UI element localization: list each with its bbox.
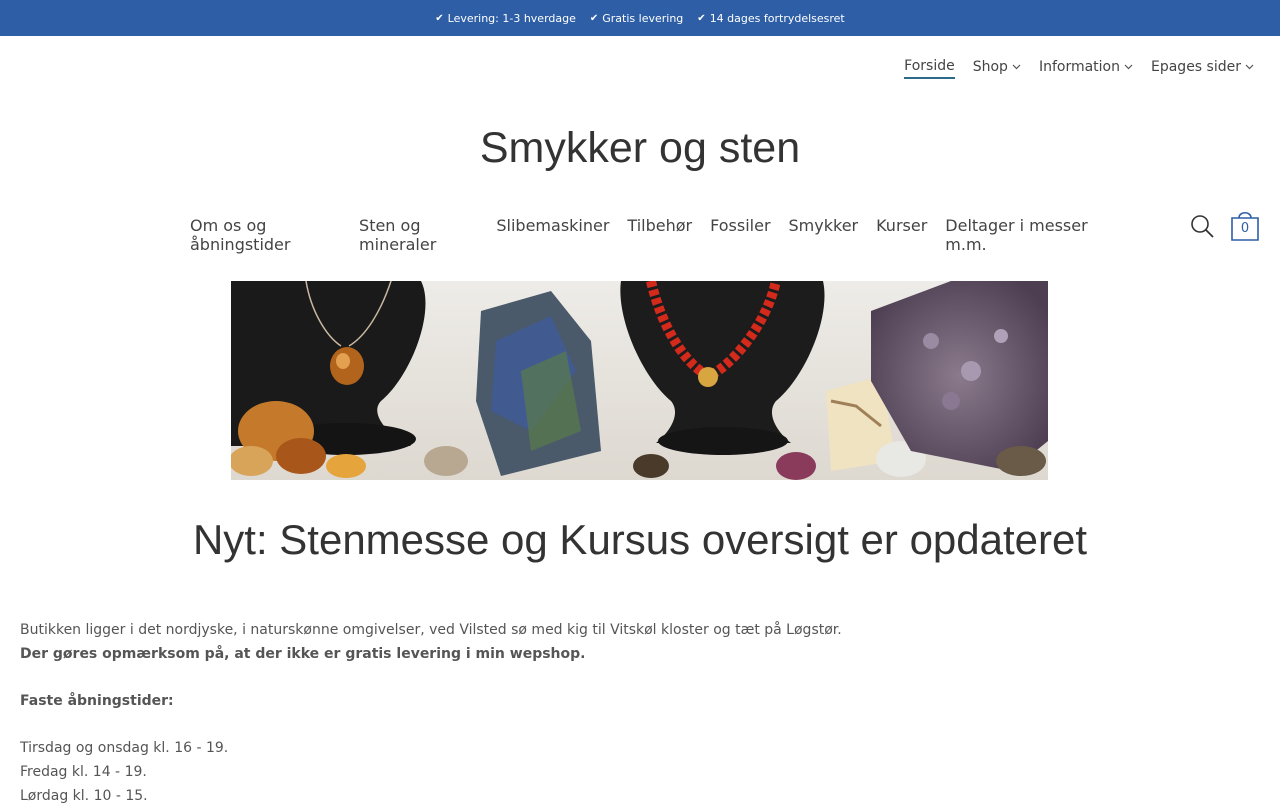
check-icon: ✔ bbox=[589, 12, 599, 24]
mainnav-item-sten-og-mineraler[interactable]: Sten og mineraler bbox=[359, 216, 478, 254]
hours-title: Faste åbningstider: bbox=[20, 693, 174, 709]
hours-line: Fredag kl. 14 - 19. bbox=[20, 764, 147, 780]
search-icon[interactable] bbox=[1190, 214, 1214, 238]
usp-item: ✔ Gratis levering bbox=[590, 12, 683, 25]
usp-bar: ✔ Levering: 1-3 hverdage ✔ Gratis leveri… bbox=[0, 0, 1280, 36]
topnav-item-forside[interactable]: Forside bbox=[904, 58, 955, 79]
topnav-item-epages-sider[interactable]: Epages sider bbox=[1151, 58, 1254, 79]
mainnav-item-om-os[interactable]: Om os og åbningstider bbox=[190, 216, 341, 254]
usp-item: ✔ 14 dages fortrydelsesret bbox=[697, 12, 844, 25]
hours-line: Tirsdag og onsdag kl. 16 - 19. bbox=[20, 740, 229, 756]
mainnav-item-smykker[interactable]: Smykker bbox=[789, 216, 859, 254]
mainnav-item-kurser[interactable]: Kurser bbox=[876, 216, 927, 254]
main-navigation: Om os og åbningstider Sten og mineraler … bbox=[190, 216, 1102, 254]
page-headline: Nyt: Stenmesse og Kursus oversigt er opd… bbox=[192, 516, 1088, 563]
page-content: Butikken ligger i det nordjyske, i natur… bbox=[20, 618, 1220, 808]
shipping-notice: Der gøres opmærksom på, at der ikke er g… bbox=[20, 646, 586, 662]
chevron-down-icon bbox=[1245, 62, 1254, 73]
check-icon: ✔ bbox=[435, 12, 444, 24]
topnav-label: Shop bbox=[972, 59, 1008, 75]
mainnav-item-messer[interactable]: Deltager i messer m.m. bbox=[945, 216, 1102, 254]
usp-item: ✔ Levering: 1-3 hverdage bbox=[435, 12, 576, 25]
topnav-item-shop[interactable]: Shop bbox=[973, 58, 1021, 79]
mainnav-item-tilbehor[interactable]: Tilbehør bbox=[627, 216, 692, 254]
cart-button[interactable]: 0 bbox=[1229, 208, 1261, 242]
usp-label: Gratis levering bbox=[602, 11, 684, 25]
hero-banner-image bbox=[231, 281, 1048, 480]
topnav-label: Forside bbox=[904, 58, 955, 74]
mainnav-item-slibemaskiner[interactable]: Slibemaskiner bbox=[496, 216, 609, 254]
usp-label: 14 dages fortrydelsesret bbox=[709, 11, 845, 25]
cart-count: 0 bbox=[1240, 221, 1250, 236]
topnav-label: Information bbox=[1038, 59, 1120, 75]
chevron-down-icon bbox=[1124, 62, 1133, 73]
chevron-down-icon bbox=[1012, 62, 1021, 73]
topnav-label: Epages sider bbox=[1151, 59, 1241, 75]
mainnav-item-fossiler[interactable]: Fossiler bbox=[710, 216, 770, 254]
top-navigation: Forside Shop Information Epages sider bbox=[904, 58, 1254, 79]
check-icon: ✔ bbox=[697, 12, 706, 24]
topnav-item-information[interactable]: Information bbox=[1039, 58, 1133, 79]
hours-line: Lørdag kl. 10 - 15. bbox=[20, 788, 148, 804]
site-title[interactable]: Smykker og sten bbox=[0, 124, 1280, 173]
usp-label: Levering: 1-3 hverdage bbox=[447, 11, 576, 25]
intro-text: Butikken ligger i det nordjyske, i natur… bbox=[20, 622, 842, 638]
